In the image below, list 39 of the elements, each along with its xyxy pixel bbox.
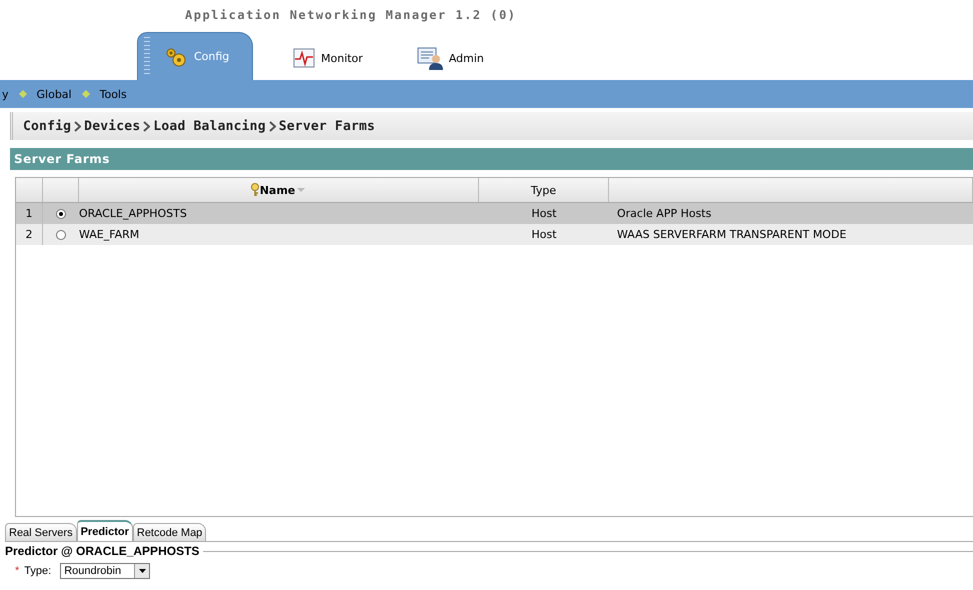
table-cell-text: Host xyxy=(530,207,558,220)
user-icon xyxy=(416,46,443,70)
panel-title: Server Farms xyxy=(10,148,973,170)
table-cell-text: ORACLE_APPHOSTS xyxy=(79,207,188,220)
menu-item[interactable]: y xyxy=(2,88,9,100)
table-cell-text: WAE_FARM xyxy=(79,228,140,241)
breadcrumb-item[interactable]: Config xyxy=(23,118,72,134)
window-title: Application Networking Manager 1.2 (0) xyxy=(184,7,518,24)
section-legend: Predictor @ ORACLE_APPHOSTS xyxy=(5,544,200,558)
field-label: Type: xyxy=(24,565,52,577)
sort-icon xyxy=(295,186,308,194)
breadcrumb-item: Server Farms xyxy=(278,118,376,134)
radio-button[interactable] xyxy=(56,208,66,218)
chart-icon xyxy=(293,48,315,68)
column-header[interactable]: Name xyxy=(260,184,296,196)
app-tab[interactable]: Monitor xyxy=(267,36,377,80)
menu-item[interactable]: Global xyxy=(36,88,72,100)
column-header[interactable]: Type xyxy=(530,184,556,196)
detail-tab[interactable]: Predictor xyxy=(76,520,133,541)
table-cell-text: Host xyxy=(530,228,558,241)
chevron-icon xyxy=(74,120,82,132)
required-mark: * xyxy=(15,565,20,577)
breadcrumb-item[interactable]: Load Balancing xyxy=(153,118,266,134)
table-cell-text: Oracle APP Hosts xyxy=(616,207,712,220)
breadcrumb-item[interactable]: Devices xyxy=(84,118,140,134)
caret-icon xyxy=(138,569,146,573)
app-tab[interactable]: Admin xyxy=(390,36,498,80)
key-icon xyxy=(250,183,260,197)
detail-tab[interactable]: Real Servers xyxy=(5,523,77,541)
type-dropdown[interactable]: Roundrobin xyxy=(60,563,150,579)
detail-tab[interactable]: Retcode Map xyxy=(132,523,206,541)
menu-item[interactable]: Tools xyxy=(100,88,127,100)
table-cell-text: WAAS SERVERFARM TRANSPARENT MODE xyxy=(616,228,848,241)
chevron-icon xyxy=(268,120,276,132)
diamond-icon xyxy=(82,90,90,98)
chevron-icon xyxy=(143,120,150,132)
radio-button[interactable] xyxy=(56,230,66,240)
row-number: 2 xyxy=(16,224,43,245)
diamond-icon xyxy=(18,90,27,98)
